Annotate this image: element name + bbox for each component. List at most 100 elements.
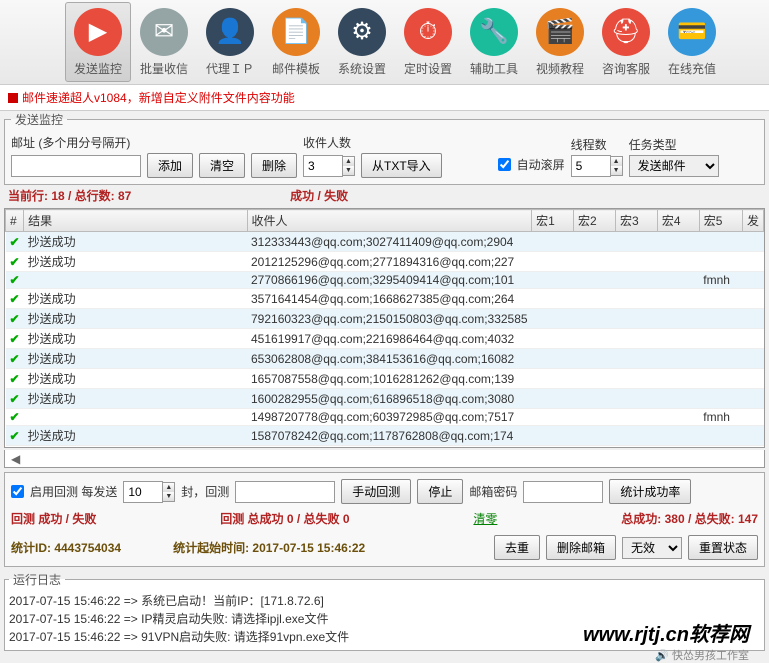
toolbar-item-6[interactable]: 🔧辅助工具 <box>461 2 527 82</box>
col-header[interactable]: 宏4 <box>657 210 699 232</box>
cell <box>742 252 763 272</box>
toolbar-item-7[interactable]: 🎬视频教程 <box>527 2 593 82</box>
dedup-button[interactable]: 去重 <box>494 535 540 560</box>
results-table: #结果收件人宏1宏2宏3宏4宏5发 ✔抄送成功312333443@qq.com;… <box>5 209 764 448</box>
threads-input[interactable] <box>571 155 611 177</box>
log-panel: 运行日志 2017-07-15 15:46:22 => 系统已启动！当前IP：[… <box>4 571 765 651</box>
col-header[interactable]: 宏1 <box>532 210 574 232</box>
cell <box>742 289 763 309</box>
spin-buttons[interactable]: ▲▼ <box>343 156 355 176</box>
cell <box>742 309 763 329</box>
cell: 792160323@qq.com;2150150803@qq.com;33258… <box>247 309 532 329</box>
col-header[interactable]: 收件人 <box>247 210 532 232</box>
addr-input[interactable] <box>11 155 141 177</box>
cell: 312333443@qq.com;3027411409@qq.com;2904 <box>247 232 532 252</box>
invalid-select[interactable]: 无效 <box>622 537 682 559</box>
toolbar-item-1[interactable]: ✉批量收信 <box>131 2 197 82</box>
delete-button[interactable]: 删除 <box>251 153 297 178</box>
cell: ✔ <box>6 252 24 272</box>
delete-mail-button[interactable]: 删除邮箱 <box>546 535 616 560</box>
cell <box>574 272 616 289</box>
cell <box>615 232 657 252</box>
cell <box>742 409 763 426</box>
table-row[interactable]: ✔2770866196@qq.com;3295409414@qq.com;101… <box>6 272 764 289</box>
cell <box>615 309 657 329</box>
reset-state-button[interactable]: 重置状态 <box>688 535 758 560</box>
cell <box>657 446 699 449</box>
table-row[interactable]: ✔抄送成功792160323@qq.com;2150150803@qq.com;… <box>6 309 764 329</box>
table-row[interactable]: ✔抄送成功1657087558@qq.com;1016281262@qq.com… <box>6 369 764 389</box>
table-row[interactable]: ✔抄送成功1600282955@qq.com;616896518@qq.com;… <box>6 389 764 409</box>
toolbar-item-0[interactable]: ▶发送监控 <box>65 2 131 82</box>
add-button[interactable]: 添加 <box>147 153 193 178</box>
clear-link[interactable]: 清零 <box>473 510 497 527</box>
col-header[interactable]: 宏3 <box>615 210 657 232</box>
cell: 抄送成功 <box>24 446 247 449</box>
table-row[interactable]: ✔抄送成功1587078242@qq.com;1178762808@qq.com… <box>6 426 764 446</box>
mailpass-input[interactable] <box>523 481 603 503</box>
cell <box>574 309 616 329</box>
cell <box>742 329 763 349</box>
toolbar-item-4[interactable]: ⚙系统设置 <box>329 2 395 82</box>
log-text: 2017-07-15 15:46:22 => 系统已启动！当前IP：[171.8… <box>9 592 760 646</box>
cell: 2770866196@qq.com;3295409414@qq.com;101 <box>247 272 532 289</box>
toolbar-item-9[interactable]: 💳在线充值 <box>659 2 725 82</box>
autoscroll-checkbox[interactable] <box>498 158 511 171</box>
spin-buttons[interactable]: ▲▼ <box>163 482 175 502</box>
txt-import-button[interactable]: 从TXT导入 <box>361 153 442 178</box>
toolbar-icon: 💳 <box>668 8 716 56</box>
cell: ✔ <box>6 426 24 446</box>
log-legend: 运行日志 <box>9 571 65 588</box>
per-send-input[interactable] <box>123 481 163 503</box>
cell <box>574 252 616 272</box>
stop-button[interactable]: 停止 <box>417 479 463 504</box>
col-header[interactable]: # <box>6 210 24 232</box>
toolbar-label: 咨询客服 <box>602 60 650 77</box>
recipient-count-input[interactable] <box>303 155 343 177</box>
spin-buttons[interactable]: ▲▼ <box>611 156 623 176</box>
clear-button[interactable]: 清空 <box>199 153 245 178</box>
cell: 1657087558@qq.com;1016281262@qq.com;139 <box>247 369 532 389</box>
cell <box>657 232 699 252</box>
notice-icon <box>8 93 18 103</box>
table-row[interactable]: ✔抄送成功312333443@qq.com;3027411409@qq.com;… <box>6 232 764 252</box>
cell: 451619917@qq.com;2216986464@qq.com;4032 <box>247 329 532 349</box>
cell: 抄送成功 <box>24 252 247 272</box>
stat-success-button[interactable]: 统计成功率 <box>609 479 691 504</box>
results-table-wrap[interactable]: #结果收件人宏1宏2宏3宏4宏5发 ✔抄送成功312333443@qq.com;… <box>4 208 765 448</box>
table-row[interactable]: ✔1498720778@qq.com;603972985@qq.com;7517… <box>6 409 764 426</box>
detect-input[interactable] <box>235 481 335 503</box>
cell: 抄送成功 <box>24 389 247 409</box>
toolbar-icon: 🎬 <box>536 8 584 56</box>
toolbar-item-3[interactable]: 📄邮件模板 <box>263 2 329 82</box>
cell: ✔ <box>6 389 24 409</box>
cell <box>532 272 574 289</box>
col-header[interactable]: 宏5 <box>699 210 742 232</box>
table-row[interactable]: ✔抄送成功653062808@qq.com;384153616@qq.com;1… <box>6 349 764 369</box>
col-header[interactable]: 宏2 <box>574 210 616 232</box>
toolbar-icon: 🔧 <box>470 8 518 56</box>
addr-label: 邮址 (多个用分号隔开) <box>11 134 297 151</box>
toolbar-item-8[interactable]: ⛑咨询客服 <box>593 2 659 82</box>
table-row[interactable]: ✔抄送成功3571641454@qq.com;1668627385@qq.com… <box>6 289 764 309</box>
table-row[interactable]: ✔抄送成功451619917@qq.com;2216986464@qq.com;… <box>6 329 764 349</box>
cell <box>532 309 574 329</box>
total-success-fail: 总成功: 380 / 总失败: 147 <box>621 510 758 527</box>
cell: 抄送成功 <box>24 369 247 389</box>
cell: 1587078242@qq.com;1178762808@qq.com;174 <box>247 426 532 446</box>
toolbar-item-5[interactable]: ⏱定时设置 <box>395 2 461 82</box>
col-header[interactable]: 结果 <box>24 210 247 232</box>
table-row[interactable]: ✔抄送成功2490178383@qq.com;1252007967@qq.com… <box>6 446 764 449</box>
toolbar-item-2[interactable]: 👤代理ＩＰ <box>197 2 263 82</box>
cell: ✔ <box>6 329 24 349</box>
table-row[interactable]: ✔抄送成功2012125296@qq.com;2771894316@qq.com… <box>6 252 764 272</box>
toolbar-icon: ▶ <box>74 8 122 56</box>
cell: 抄送成功 <box>24 349 247 369</box>
manual-detect-button[interactable]: 手动回测 <box>341 479 411 504</box>
cell <box>657 272 699 289</box>
tasktype-select[interactable]: 发送邮件 <box>629 155 719 177</box>
cell <box>574 389 616 409</box>
col-header[interactable]: 发 <box>742 210 763 232</box>
enable-detect-checkbox[interactable] <box>11 485 24 498</box>
recipient-count-label: 收件人数 <box>303 134 442 151</box>
